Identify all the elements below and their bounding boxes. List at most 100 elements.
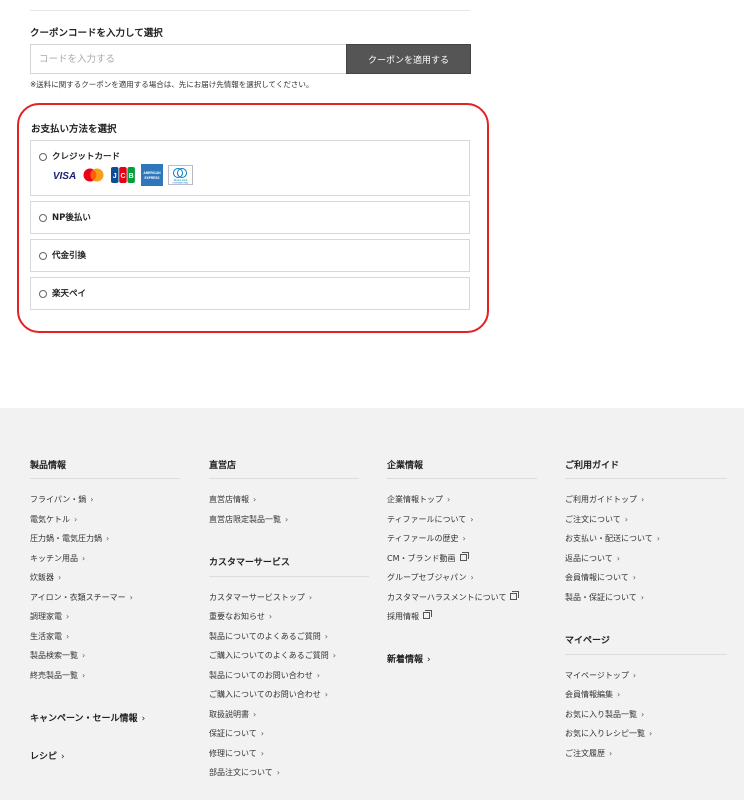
footer-link[interactable]: 部品注文について › [209, 767, 280, 778]
footer-link[interactable]: ご利用ガイドトップ › [565, 494, 644, 505]
footer-link[interactable]: 返品について › [565, 553, 620, 564]
footer-link[interactable]: カスタマーハラスメントについて [387, 591, 520, 603]
footer-link[interactable]: 重要なお知らせ › [209, 611, 272, 622]
footer-divider [387, 478, 537, 479]
footer-link[interactable]: 圧力鍋・電気圧力鍋 › [30, 533, 109, 544]
footer-link[interactable]: ティファールの歴史 › [387, 533, 466, 544]
payment-option-rakuten-pay[interactable]: 楽天ペイ [30, 277, 470, 310]
chevron-right-icon: › [324, 690, 328, 699]
footer-link[interactable]: マイページトップ › [565, 670, 636, 681]
jcb-logo-icon: J C B [110, 164, 135, 186]
footer-link[interactable]: フライパン・鍋 › [30, 494, 93, 505]
footer-link[interactable]: グループセブジャパン › [387, 572, 474, 583]
footer-link[interactable]: ティファールについて › [387, 514, 473, 525]
footer-link[interactable]: ご注文履歴 › [565, 748, 612, 759]
footer-link[interactable]: 企業情報トップ › [387, 494, 450, 505]
footer-divider [565, 654, 727, 655]
footer-link[interactable]: 製品についてのよくあるご質問 › [209, 631, 328, 642]
footer-link[interactable]: 採用情報 [387, 610, 432, 622]
chevron-right-icon: › [324, 632, 328, 641]
chevron-right-icon: › [308, 593, 313, 602]
chevron-right-icon: › [641, 495, 645, 504]
chevron-right-icon: › [624, 515, 628, 524]
chevron-right-icon: › [616, 554, 620, 563]
chevron-right-icon: › [470, 515, 474, 524]
footer-link-news[interactable]: 新着情報 › [387, 652, 431, 665]
chevron-right-icon: › [66, 612, 70, 621]
footer-link[interactable]: キッチン用品 › [30, 553, 85, 564]
chevron-right-icon: › [82, 651, 86, 660]
chevron-right-icon: › [106, 534, 110, 543]
chevron-right-icon: › [141, 714, 146, 724]
footer-link[interactable]: 直営店限定製品一覧 › [209, 514, 288, 525]
footer-heading-company: 企業情報 [387, 461, 424, 471]
footer-link[interactable]: 会員情報について › [565, 572, 636, 583]
footer-link[interactable]: 製品についてのお問い合わせ › [209, 670, 320, 681]
footer-link[interactable]: ご購入についてのお問い合わせ › [209, 689, 328, 700]
footer-link[interactable]: 保証について › [209, 728, 264, 739]
footer-link[interactable]: アイロン・衣類スチーマー › [30, 592, 133, 603]
footer-link[interactable]: 直営店情報 › [209, 494, 256, 505]
footer-heading-mypage: マイページ [565, 636, 610, 646]
np-atobarai-radio[interactable] [39, 214, 47, 222]
chevron-right-icon: › [253, 710, 257, 719]
footer-heading-customer-service: カスタマーサービス [209, 558, 290, 568]
footer-divider [209, 478, 359, 479]
chevron-right-icon: › [285, 515, 289, 524]
apply-coupon-button[interactable]: クーポンを適用する [346, 44, 471, 74]
chevron-right-icon: › [66, 632, 70, 641]
chevron-right-icon: › [268, 612, 273, 621]
coupon-note: ※送料に関するクーポンを適用する場合は、先にお届け先情報を選択してください。 [30, 80, 314, 89]
footer-link[interactable]: 修理について › [209, 748, 264, 759]
chevron-right-icon: › [61, 752, 65, 762]
payment-option-np-atobarai[interactable]: NP後払い [30, 201, 470, 234]
chevron-right-icon: › [129, 593, 133, 602]
svg-text:EXPRESS: EXPRESS [144, 176, 159, 180]
rakuten-pay-radio[interactable] [39, 290, 47, 298]
footer-link[interactable]: お気に入りレシピ一覧 › [565, 728, 652, 739]
payment-option-cash-on-delivery[interactable]: 代金引換 [30, 239, 470, 272]
credit-card-radio[interactable] [39, 153, 47, 161]
chevron-right-icon: › [253, 495, 257, 504]
chevron-right-icon: › [641, 710, 645, 719]
footer-link-campaign[interactable]: キャンペーン・セール情報 › [30, 711, 145, 724]
footer-link[interactable]: 会員情報編集 › [565, 689, 620, 700]
chevron-right-icon: › [316, 671, 320, 680]
svg-text:B: B [128, 173, 133, 180]
footer-link[interactable]: カスタマーサービストップ › [209, 592, 312, 603]
footer-link[interactable]: ご注文について › [565, 514, 628, 525]
chevron-right-icon: › [260, 729, 264, 738]
external-link-icon [510, 591, 520, 600]
chevron-right-icon: › [74, 515, 78, 524]
footer-link[interactable]: 製品検索一覧 › [30, 650, 85, 661]
footer-divider [209, 576, 369, 577]
chevron-right-icon: › [276, 768, 280, 777]
footer-link[interactable]: 生活家電 › [30, 631, 69, 642]
coupon-code-input[interactable] [30, 44, 346, 74]
footer-link-recipe[interactable]: レシピ › [30, 749, 65, 762]
visa-logo-icon: VISA [52, 164, 77, 186]
chevron-right-icon: › [462, 534, 466, 543]
footer-link[interactable]: CM・ブランド動画 [387, 552, 469, 564]
footer-link[interactable]: 取扱説明書 › [209, 709, 256, 720]
payment-option-credit-card[interactable]: クレジットカード VISA J C B AMERICAN EXPRESS Dine… [30, 140, 470, 196]
footer-link[interactable]: 電気ケトル › [30, 514, 77, 525]
chevron-right-icon: › [632, 573, 636, 582]
footer-link[interactable]: 終売製品一覧 › [30, 670, 85, 681]
diners-club-logo-icon: Diners Club INTERNATIONAL [168, 164, 193, 186]
footer-link[interactable]: ご購入についてのよくあるご質問 › [209, 650, 336, 661]
payment-option-label: 代金引換 [52, 251, 87, 261]
chevron-right-icon: › [632, 671, 637, 680]
external-link-icon [423, 610, 432, 619]
coupon-row: クーポンを適用する [30, 44, 471, 74]
footer-link[interactable]: 炊飯器 › [30, 572, 61, 583]
footer-link[interactable]: お支払い・配送について › [565, 533, 660, 544]
site-footer: 製品情報 フライパン・鍋 › 電気ケトル › 圧力鍋・電気圧力鍋 › キッチン用品 › … [0, 408, 744, 800]
chevron-right-icon: › [58, 573, 62, 582]
footer-link[interactable]: お気に入り製品一覧 › [565, 709, 644, 720]
footer-link[interactable]: 調理家電 › [30, 611, 69, 622]
footer-link[interactable]: 製品・保証について › [565, 592, 644, 603]
svg-text:INTERNATIONAL: INTERNATIONAL [173, 182, 190, 185]
chevron-right-icon: › [427, 655, 431, 665]
cash-on-delivery-radio[interactable] [39, 252, 47, 260]
